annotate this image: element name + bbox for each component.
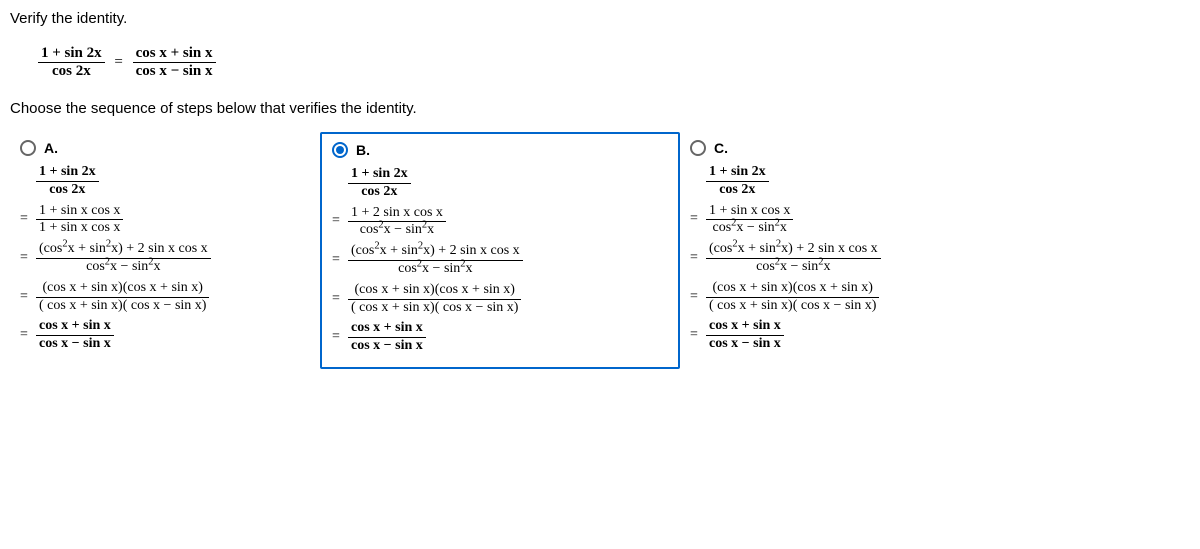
radio-c[interactable] (690, 140, 706, 156)
b-s1-num: 1 + 2 sin x cos x (348, 205, 446, 223)
question-text: Choose the sequence of steps below that … (10, 100, 1190, 117)
b-start-num: 1 + sin 2x (348, 166, 411, 184)
option-a-label: A. (44, 140, 58, 156)
radio-b[interactable] (332, 142, 348, 158)
option-c-derivation: 1 + sin 2x cos 2x = 1 + sin x cos x cos2… (690, 164, 1030, 357)
a-s4-den: cos x − sin x (36, 336, 114, 353)
a-s3-num: (cos x + sin x)(cos x + sin x) (36, 280, 209, 298)
option-b-label: B. (356, 142, 370, 158)
option-c-label: C. (714, 140, 728, 156)
b-s4-den: cos x − sin x (348, 338, 426, 355)
option-b-derivation: 1 + sin 2x cos 2x = 1 + 2 sin x cos x co… (332, 166, 668, 359)
option-b[interactable]: B. 1 + sin 2x cos 2x = 1 + 2 sin x cos x… (320, 132, 680, 369)
a-s2-den: cos2x − sin2x (36, 259, 211, 276)
option-c-header: C. (690, 140, 1030, 156)
c-s4-den: cos x − sin x (706, 336, 784, 353)
c-s3-den: ( cos x + sin x)( cos x − sin x) (706, 298, 879, 315)
a-start-den: cos 2x (36, 182, 99, 199)
option-a[interactable]: A. 1 + sin 2x cos 2x = 1 + sin x cos x 1… (10, 132, 320, 369)
a-s1-den: 1 + sin x cos x (36, 220, 123, 237)
c-s1-den: cos2x − sin2x (706, 220, 793, 237)
c-s2-num: (cos2x + sin2x) + 2 sin x cos x (706, 241, 881, 259)
b-s2-num: (cos2x + sin2x) + 2 sin x cos x (348, 243, 523, 261)
options-container: A. 1 + sin 2x cos 2x = 1 + sin x cos x 1… (10, 132, 1190, 369)
a-s4-num: cos x + sin x (36, 318, 114, 336)
a-start-num: 1 + sin 2x (36, 164, 99, 182)
c-start-num: 1 + sin 2x (706, 164, 769, 182)
option-a-header: A. (20, 140, 310, 156)
option-a-derivation: 1 + sin 2x cos 2x = 1 + sin x cos x 1 + … (20, 164, 310, 357)
identity-lhs-den: cos 2x (38, 63, 105, 80)
identity-rhs-num: cos x + sin x (133, 45, 216, 63)
c-s2-den: cos2x − sin2x (706, 259, 881, 276)
c-s1-num: 1 + sin x cos x (706, 203, 793, 221)
a-s2-num: (cos2x + sin2x) + 2 sin x cos x (36, 241, 211, 259)
option-b-header: B. (332, 142, 668, 158)
c-s4-num: cos x + sin x (706, 318, 784, 336)
a-s3-den: ( cos x + sin x)( cos x − sin x) (36, 298, 209, 315)
instruction-text: Verify the identity. (10, 10, 1190, 27)
identity-rhs-den: cos x − sin x (133, 63, 216, 80)
b-s4-num: cos x + sin x (348, 320, 426, 338)
c-s3-num: (cos x + sin x)(cos x + sin x) (706, 280, 879, 298)
b-s3-num: (cos x + sin x)(cos x + sin x) (348, 282, 521, 300)
b-s3-den: ( cos x + sin x)( cos x − sin x) (348, 300, 521, 317)
c-start-den: cos 2x (706, 182, 769, 199)
identity-equation: 1 + sin 2x cos 2x = cos x + sin x cos x … (38, 45, 1190, 80)
radio-a[interactable] (20, 140, 36, 156)
b-s1-den: cos2x − sin2x (348, 222, 446, 239)
b-start-den: cos 2x (348, 184, 411, 201)
a-s1-num: 1 + sin x cos x (36, 203, 123, 221)
identity-lhs-num: 1 + sin 2x (38, 45, 105, 63)
b-s2-den: cos2x − sin2x (348, 261, 523, 278)
option-c[interactable]: C. 1 + sin 2x cos 2x = 1 + sin x cos x c… (680, 132, 1040, 369)
